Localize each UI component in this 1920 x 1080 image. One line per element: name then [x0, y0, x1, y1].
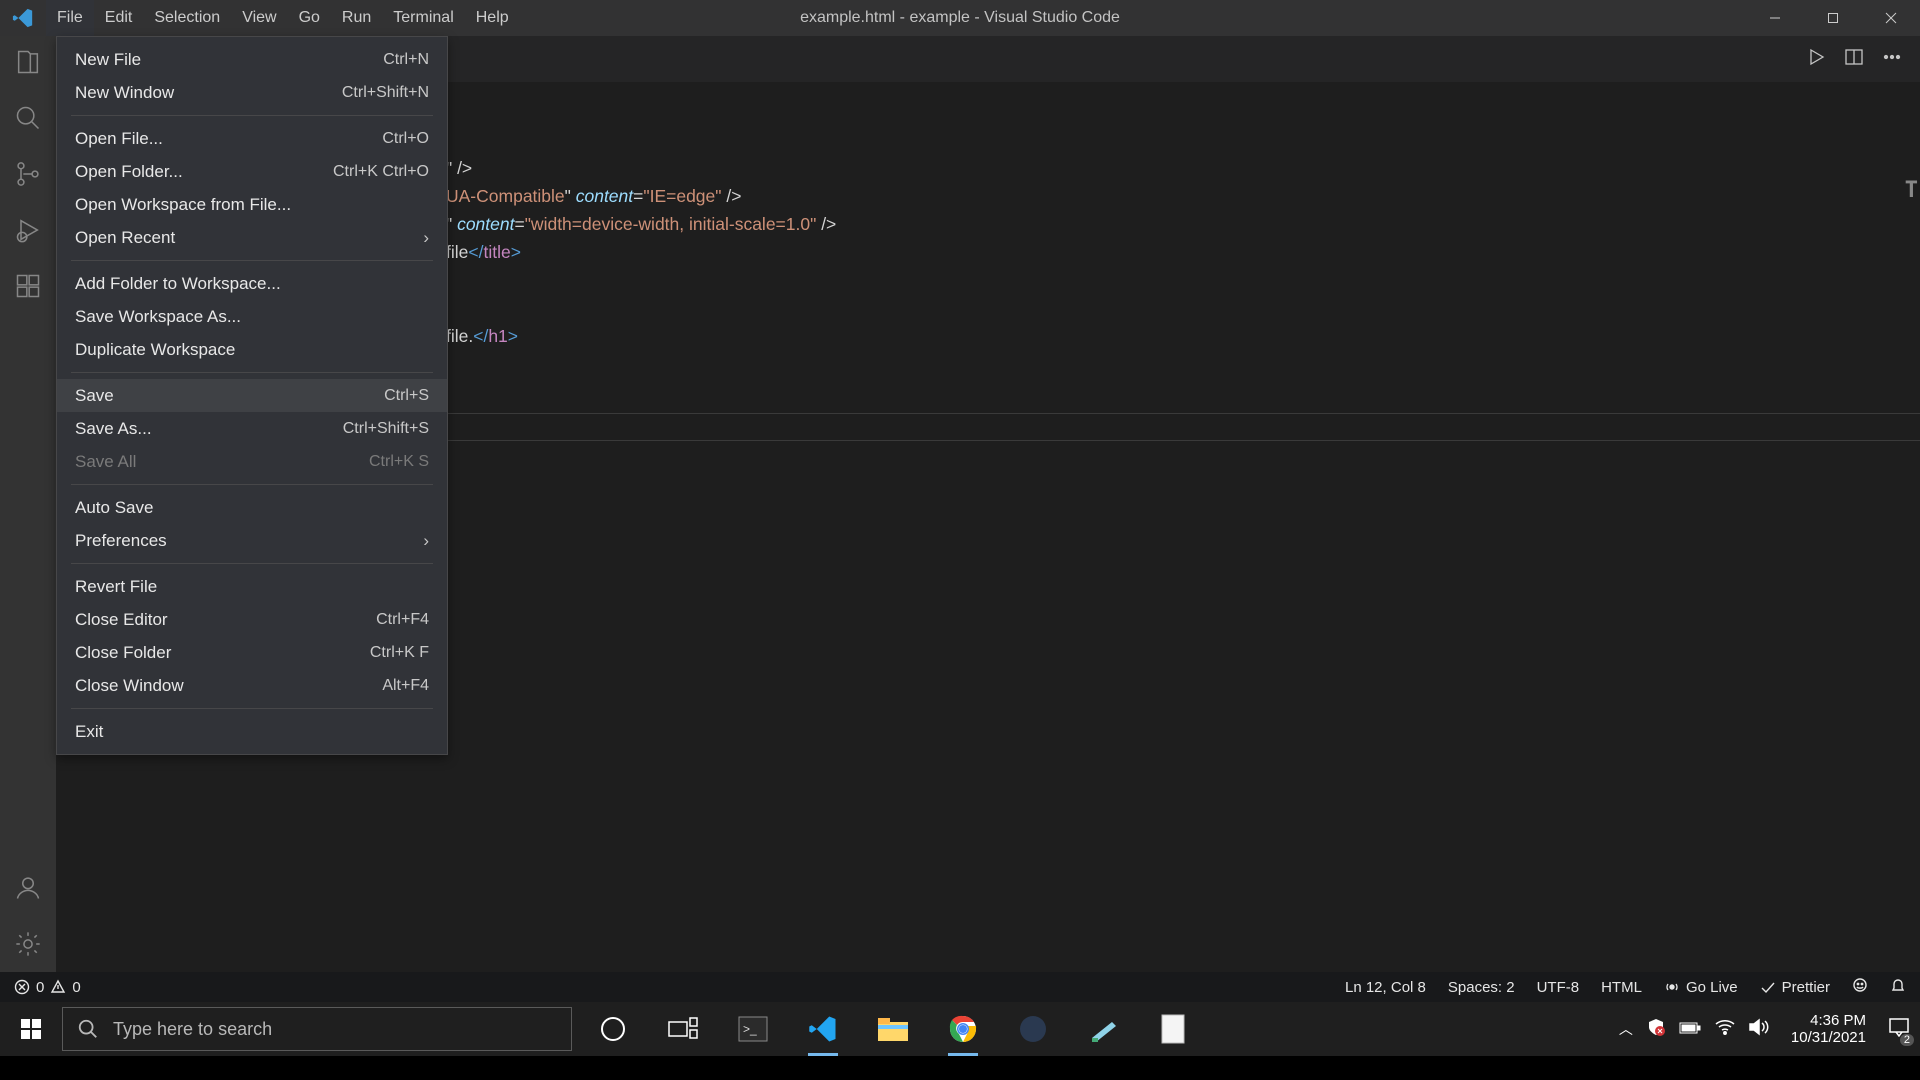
explorer-icon[interactable] [14, 48, 42, 76]
menu-go[interactable]: Go [288, 0, 331, 36]
menu-item-close-editor[interactable]: Close EditorCtrl+F4 [57, 603, 447, 636]
status-bar: 0 0 Ln 12, Col 8 Spaces: 2 UTF-8 HTML Go… [0, 972, 1920, 1002]
chevron-right-icon: › [417, 228, 429, 248]
task-view-icon[interactable] [666, 1012, 700, 1046]
editor-content: " />UA-Compatible" content="IE=edge" />"… [446, 154, 836, 350]
notifications-icon[interactable]: 2 [1888, 1017, 1910, 1042]
menu-view[interactable]: View [231, 0, 287, 36]
indentation[interactable]: Spaces: 2 [1448, 979, 1515, 996]
activity-bar [0, 36, 56, 972]
system-tray: ︿ 4:36 PM 10/31/2021 2 [1619, 1002, 1920, 1056]
tray-chevron-icon[interactable]: ︿ [1619, 1019, 1633, 1039]
maximize-button[interactable] [1804, 0, 1862, 36]
battery-icon[interactable] [1679, 1019, 1701, 1040]
window-title: example.html - example - Visual Studio C… [800, 9, 1120, 27]
menu-item-add-folder-to-workspace[interactable]: Add Folder to Workspace... [57, 267, 447, 300]
app-notes-icon[interactable] [1086, 1012, 1120, 1046]
file-explorer-app-icon[interactable] [876, 1012, 910, 1046]
notif-badge: 2 [1900, 1034, 1914, 1046]
menu-edit[interactable]: Edit [94, 0, 144, 36]
tray-security-icon[interactable] [1647, 1018, 1665, 1041]
status-problems[interactable]: 0 0 [14, 979, 81, 996]
search-icon[interactable] [14, 104, 42, 132]
bell-icon[interactable] [1890, 977, 1906, 997]
vscode-app-icon[interactable] [806, 1012, 840, 1046]
minimize-button[interactable] [1746, 0, 1804, 36]
menu-item-open-file[interactable]: Open File...Ctrl+O [57, 122, 447, 155]
menu-item-open-folder[interactable]: Open Folder...Ctrl+K Ctrl+O [57, 155, 447, 188]
menu-item-close-window[interactable]: Close WindowAlt+F4 [57, 669, 447, 702]
extensions-icon[interactable] [14, 272, 42, 300]
start-button[interactable] [0, 1017, 62, 1041]
terminal-app-icon[interactable]: >_ [736, 1012, 770, 1046]
account-icon[interactable] [14, 874, 42, 902]
menu-item-preferences[interactable]: Preferences› [57, 524, 447, 557]
clock-date: 10/31/2021 [1791, 1029, 1866, 1046]
minimap-icon: T [1905, 178, 1918, 203]
run-icon[interactable] [1806, 47, 1826, 72]
menu-item-new-window[interactable]: New WindowCtrl+Shift+N [57, 76, 447, 109]
menu-item-close-folder[interactable]: Close FolderCtrl+K F [57, 636, 447, 669]
warning-count: 0 [72, 979, 80, 996]
taskbar-search[interactable]: Type here to search [62, 1007, 572, 1051]
chevron-right-icon: › [417, 531, 429, 551]
more-icon[interactable] [1882, 47, 1902, 72]
menu-item-open-recent[interactable]: Open Recent› [57, 221, 447, 254]
menu-item-open-workspace-from-file[interactable]: Open Workspace from File... [57, 188, 447, 221]
source-control-icon[interactable] [14, 160, 42, 188]
split-editor-icon[interactable] [1844, 47, 1864, 72]
taskbar-clock[interactable]: 4:36 PM 10/31/2021 [1783, 1012, 1874, 1046]
run-debug-icon[interactable] [14, 216, 42, 244]
menubar: FileEditSelectionViewGoRunTerminalHelp [46, 0, 520, 36]
app-doc-icon[interactable] [1156, 1012, 1190, 1046]
prettier-status[interactable]: Prettier [1760, 979, 1830, 996]
window-controls [1746, 0, 1920, 36]
clock-time: 4:36 PM [1791, 1012, 1866, 1029]
search-placeholder: Type here to search [113, 1019, 272, 1040]
menu-selection[interactable]: Selection [143, 0, 231, 36]
vscode-logo-icon [0, 7, 46, 29]
settings-gear-icon[interactable] [14, 930, 42, 958]
menu-item-auto-save[interactable]: Auto Save [57, 491, 447, 524]
cortana-icon[interactable] [596, 1012, 630, 1046]
menu-item-revert-file[interactable]: Revert File [57, 570, 447, 603]
windows-taskbar: Type here to search >_ ︿ 4:36 PM 10/31/2… [0, 1002, 1920, 1056]
close-button[interactable] [1862, 0, 1920, 36]
menu-run[interactable]: Run [331, 0, 382, 36]
menu-item-save-workspace-as[interactable]: Save Workspace As... [57, 300, 447, 333]
menu-help[interactable]: Help [465, 0, 520, 36]
menu-item-save-as[interactable]: Save As...Ctrl+Shift+S [57, 412, 447, 445]
cursor-position[interactable]: Ln 12, Col 8 [1345, 979, 1426, 996]
encoding[interactable]: UTF-8 [1537, 979, 1580, 996]
svg-text:>_: >_ [743, 1022, 757, 1036]
volume-icon[interactable] [1749, 1018, 1769, 1041]
feedback-icon[interactable] [1852, 977, 1868, 997]
menu-terminal[interactable]: Terminal [382, 0, 464, 36]
language-mode[interactable]: HTML [1601, 979, 1642, 996]
menu-item-duplicate-workspace[interactable]: Duplicate Workspace [57, 333, 447, 366]
menu-item-exit[interactable]: Exit [57, 715, 447, 748]
menu-item-save[interactable]: SaveCtrl+S [57, 379, 447, 412]
wifi-icon[interactable] [1715, 1019, 1735, 1040]
taskbar-apps: >_ [596, 1002, 1190, 1056]
menu-item-new-file[interactable]: New FileCtrl+N [57, 43, 447, 76]
chrome-app-icon[interactable] [946, 1012, 980, 1046]
menu-file[interactable]: File [46, 0, 94, 36]
file-menu-dropdown: New FileCtrl+NNew WindowCtrl+Shift+N Open… [56, 36, 448, 755]
error-count: 0 [36, 979, 44, 996]
titlebar: FileEditSelectionViewGoRunTerminalHelp e… [0, 0, 1920, 36]
go-live-button[interactable]: Go Live [1664, 979, 1738, 996]
menu-item-save-all: Save AllCtrl+K S [57, 445, 447, 478]
app-blue-icon[interactable] [1016, 1012, 1050, 1046]
